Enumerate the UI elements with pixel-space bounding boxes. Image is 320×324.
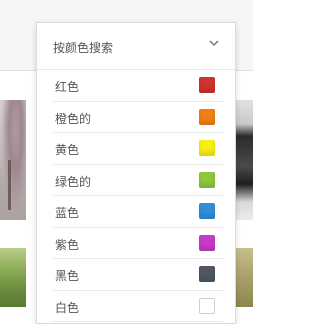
image-thumbnail-tree[interactable] xyxy=(0,100,26,220)
color-option-label: 红色 xyxy=(55,80,80,94)
color-filter-title: 按颜色搜索 xyxy=(53,41,114,55)
color-swatch-yellow xyxy=(199,140,215,156)
color-option-white[interactable]: 白色 xyxy=(53,291,223,322)
color-swatch-red xyxy=(199,77,215,93)
color-option-label: 橙色的 xyxy=(55,111,92,126)
image-thumbnail-camera[interactable] xyxy=(236,100,253,220)
color-swatch-green xyxy=(199,171,215,188)
color-option-orange[interactable]: 橙色的 xyxy=(53,102,223,133)
color-option-label: 黑色 xyxy=(55,269,80,283)
image-thumbnail-field[interactable] xyxy=(236,248,253,307)
color-option-yellow[interactable]: 黄色 xyxy=(53,133,223,165)
color-swatch-purple xyxy=(199,234,215,251)
color-swatch-orange xyxy=(199,108,215,125)
color-option-red[interactable]: 红色 xyxy=(53,70,223,102)
color-option-label: 紫色 xyxy=(55,237,80,252)
color-option-purple[interactable]: 紫色 xyxy=(53,228,223,259)
color-option-green[interactable]: 绿色的 xyxy=(53,165,223,196)
image-thumbnail-grass[interactable] xyxy=(0,248,26,307)
color-option-label: 蓝色 xyxy=(55,206,80,220)
color-option-black[interactable]: 黑色 xyxy=(53,259,223,291)
color-option-label: 白色 xyxy=(55,300,80,315)
color-filter-header[interactable]: 按颜色搜索 xyxy=(37,23,235,70)
color-swatch-blue xyxy=(199,203,215,219)
color-option-blue[interactable]: 蓝色 xyxy=(53,196,223,228)
color-filter-dropdown: 按颜色搜索 红色 橙色的 黄色 绿色的 蓝色 紫色 黑色 白色 xyxy=(36,22,236,324)
color-option-label: 绿色的 xyxy=(55,174,92,189)
color-swatch-black xyxy=(199,266,215,282)
chevron-down-icon[interactable] xyxy=(208,37,220,49)
color-option-label: 黄色 xyxy=(55,143,80,157)
color-swatch-white xyxy=(199,297,215,314)
